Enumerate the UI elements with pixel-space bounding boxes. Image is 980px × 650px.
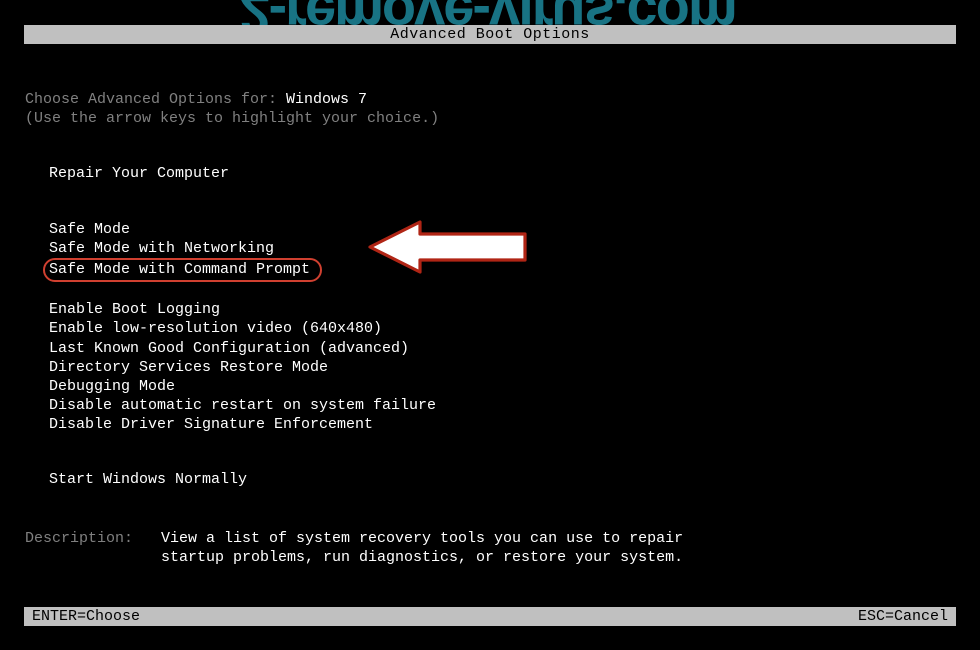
intro-hint: (Use the arrow keys to highlight your ch… [25, 109, 955, 128]
menu-start-windows-normally[interactable]: Start Windows Normally [49, 470, 955, 489]
menu-repair-your-computer[interactable]: Repair Your Computer [49, 164, 955, 183]
menu-section: Repair Your Computer Safe Mode Safe Mode… [25, 164, 955, 489]
menu-safe-mode-command-prompt[interactable]: Safe Mode with Command Prompt [43, 258, 322, 282]
description-row: Description: View a list of system recov… [25, 529, 955, 567]
menu-disable-driver-signature[interactable]: Disable Driver Signature Enforcement [49, 415, 955, 434]
content-area: Choose Advanced Options for: Windows 7 (… [24, 44, 956, 567]
os-name: Windows 7 [286, 91, 367, 108]
title-bar: Advanced Boot Options [24, 25, 956, 44]
footer-esc: ESC=Cancel [858, 608, 948, 625]
menu-enable-boot-logging[interactable]: Enable Boot Logging [49, 300, 955, 319]
description-label: Description: [25, 529, 161, 567]
menu-safe-mode[interactable]: Safe Mode [49, 220, 955, 239]
menu-directory-services-restore[interactable]: Directory Services Restore Mode [49, 358, 955, 377]
footer-enter: ENTER=Choose [32, 608, 140, 625]
intro-prefix: Choose Advanced Options for: [25, 91, 286, 108]
intro-line: Choose Advanced Options for: Windows 7 [25, 90, 955, 109]
menu-safe-mode-networking[interactable]: Safe Mode with Networking [49, 239, 955, 258]
boot-options-screen: Advanced Boot Options Choose Advanced Op… [24, 25, 956, 626]
description-text: View a list of system recovery tools you… [161, 529, 955, 567]
menu-last-known-good-config[interactable]: Last Known Good Configuration (advanced) [49, 339, 955, 358]
title-text: Advanced Boot Options [390, 26, 590, 43]
menu-low-resolution-video[interactable]: Enable low-resolution video (640x480) [49, 319, 955, 338]
description-line1: View a list of system recovery tools you… [161, 529, 955, 548]
menu-debugging-mode[interactable]: Debugging Mode [49, 377, 955, 396]
menu-disable-auto-restart[interactable]: Disable automatic restart on system fail… [49, 396, 955, 415]
footer-bar: ENTER=Choose ESC=Cancel [24, 607, 956, 626]
description-line2: startup problems, run diagnostics, or re… [161, 548, 955, 567]
